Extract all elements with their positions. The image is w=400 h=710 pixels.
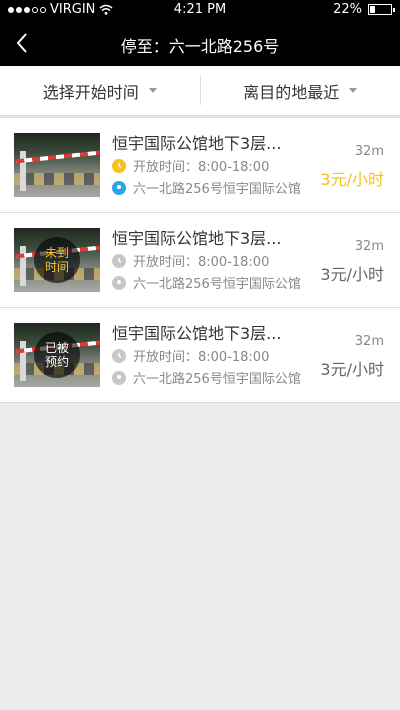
badge-line: 已被 <box>44 341 69 355</box>
nav-bar: 停至：六一北路256号 <box>0 20 400 66</box>
location-pin-icon <box>112 275 126 290</box>
list-item[interactable]: 已被 预约 恒宇国际公馆地下3层... 开放时间：8:00-18:00 六一北路2… <box>0 308 400 403</box>
item-address: 六一北路256号恒宇国际公馆 <box>133 372 301 387</box>
clock-icon <box>112 253 126 268</box>
status-badge: 已被 预约 <box>34 332 80 378</box>
item-address-row: 六一北路256号恒宇国际公馆 <box>112 368 301 387</box>
list-item[interactable]: 未到 时间 恒宇国际公馆地下3层... 开放时间：8:00-18:00 六一北路2… <box>0 213 400 308</box>
item-name: 恒宇国际公馆地下3层... <box>112 134 282 153</box>
item-name: 恒宇国际公馆地下3层... <box>112 324 282 343</box>
item-price: 3元/小时 <box>320 170 384 189</box>
parking-thumbnail <box>14 133 100 197</box>
page-title: 停至：六一北路256号 <box>120 37 280 56</box>
filter-start-time[interactable]: 选择开始时间 <box>0 66 200 115</box>
parking-thumbnail: 未到 时间 <box>14 228 100 292</box>
item-distance: 32m <box>354 144 384 159</box>
item-hours-row: 开放时间：8:00-18:00 <box>112 251 269 270</box>
filter-bar: 选择开始时间 离目的地最近 <box>0 66 400 116</box>
item-address-row: 六一北路256号恒宇国际公馆 <box>112 273 301 292</box>
clock-icon <box>112 158 126 173</box>
dropdown-triangle-icon <box>349 88 358 93</box>
item-name: 恒宇国际公馆地下3层... <box>112 229 282 248</box>
parking-list: 恒宇国际公馆地下3层... 开放时间：8:00-18:00 六一北路256号恒宇… <box>0 117 400 403</box>
item-price: 3元/小时 <box>320 265 384 284</box>
status-badge: 未到 时间 <box>34 237 80 283</box>
list-item[interactable]: 恒宇国际公馆地下3层... 开放时间：8:00-18:00 六一北路256号恒宇… <box>0 118 400 213</box>
filter-label: 选择开始时间 <box>42 82 139 102</box>
item-hours: 开放时间：8:00-18:00 <box>133 255 270 270</box>
badge-line: 预约 <box>44 355 69 369</box>
location-pin-icon <box>112 370 126 385</box>
badge-line: 时间 <box>44 260 69 274</box>
item-hours: 开放时间：8:00-18:00 <box>133 160 270 175</box>
item-hours-row: 开放时间：8:00-18:00 <box>112 156 269 175</box>
clock-icon <box>112 348 126 363</box>
location-pin-icon <box>112 180 126 195</box>
battery-percent: 22% <box>333 2 362 17</box>
item-hours-row: 开放时间：8:00-18:00 <box>112 346 269 365</box>
filter-sort-distance[interactable]: 离目的地最近 <box>199 76 400 105</box>
item-address: 六一北路256号恒宇国际公馆 <box>133 277 301 292</box>
filter-label: 离目的地最近 <box>243 82 340 102</box>
item-distance: 32m <box>354 239 384 254</box>
dropdown-triangle-icon <box>148 88 157 93</box>
badge-line: 未到 <box>44 246 69 260</box>
parking-thumbnail: 已被 预约 <box>14 323 100 387</box>
item-distance: 32m <box>354 334 384 349</box>
item-price: 3元/小时 <box>320 360 384 379</box>
item-address-row: 六一北路256号恒宇国际公馆 <box>112 178 301 197</box>
battery-info: 22% <box>333 2 395 17</box>
battery-icon <box>368 4 395 15</box>
item-hours: 开放时间：8:00-18:00 <box>133 350 270 365</box>
status-bar: VIRGIN 4:21 PM 22% <box>0 0 400 20</box>
item-address: 六一北路256号恒宇国际公馆 <box>133 182 301 197</box>
